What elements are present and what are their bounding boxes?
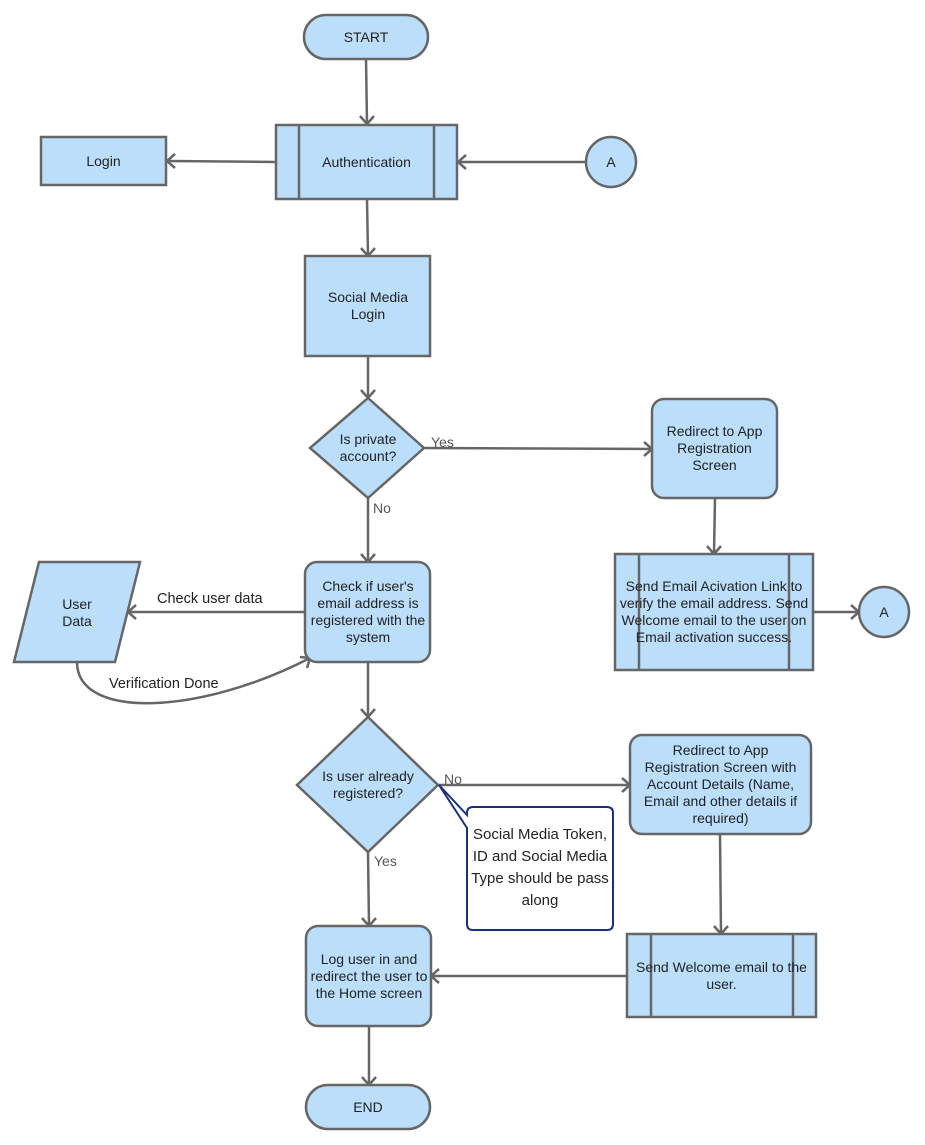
edge-label-no-private: No	[373, 500, 391, 516]
edge-redirect-to-send-activation	[712, 497, 717, 555]
authentication-label: Authentication	[322, 153, 411, 170]
callout-text: Social Media Token, ID and Social Media …	[471, 826, 609, 909]
edge-label-yes-private: Yes	[431, 434, 454, 450]
edge-is-private-yes	[423, 446, 653, 451]
end-label: END	[353, 1098, 383, 1115]
social-media-login-label: Social Media Login	[327, 289, 409, 322]
edge-label-yes-registered: Yes	[374, 853, 397, 869]
check-email-label: Check if user's email address is registe…	[310, 578, 426, 645]
send-activation-label: Send Email Acivation Link to verify the …	[619, 578, 809, 645]
edge-authentication-to-login	[166, 159, 277, 164]
login-label: Login	[86, 152, 121, 169]
redirect-with-details-label: Redirect to App Registration Screen with…	[643, 742, 798, 826]
edge-authentication-to-social-login	[365, 198, 370, 257]
edge-label-check-user-data: Check user data	[157, 591, 263, 607]
redirect-registration-label: Redirect to App Registration Screen	[666, 423, 763, 473]
log-user-in-label: Log user in and redirect the user to the…	[310, 950, 428, 1001]
start-label: START	[343, 28, 389, 45]
edge-label-verification-done: Verification Done	[109, 676, 219, 692]
send-welcome-label: Send Welcome email to the user.	[636, 958, 807, 992]
edge-is-registered-yes	[366, 851, 371, 927]
connector-a-right-label: A	[879, 603, 889, 620]
is-registered-label: Is user already registered?	[322, 768, 414, 801]
user-data-label: User Data	[62, 596, 92, 629]
edge-start-to-authentication	[364, 58, 369, 125]
edge-label-no-registered: No	[444, 771, 462, 787]
is-private-label: Is private account?	[339, 431, 397, 464]
edge-redirect-details-to-send-welcome	[718, 833, 723, 935]
connector-a-top-label: A	[606, 153, 616, 170]
